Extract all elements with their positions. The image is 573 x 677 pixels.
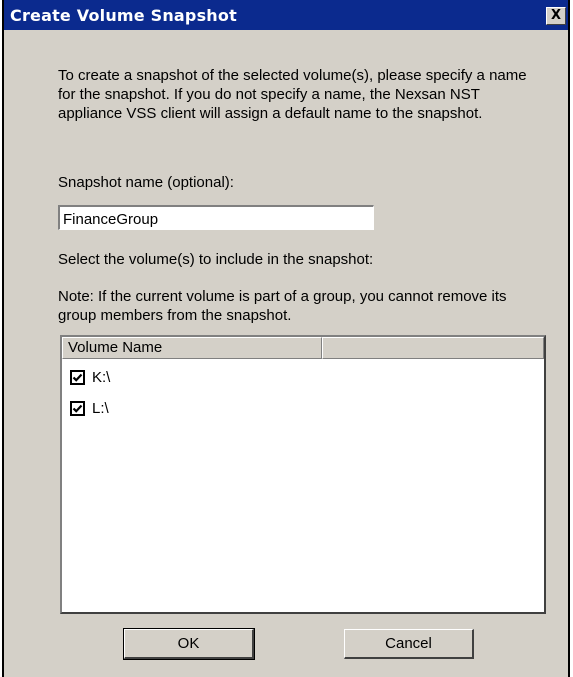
note-text: Note: If the current volume is part of a… xyxy=(58,288,507,324)
select-volumes-label: Select the volume(s) to include in the s… xyxy=(58,251,374,268)
column-header-empty[interactable] xyxy=(322,337,544,359)
create-volume-snapshot-dialog: Create Volume Snapshot X To create a sna… xyxy=(2,0,570,677)
intro-text: To create a snapshot of the selected vol… xyxy=(58,67,527,122)
close-icon: X xyxy=(550,8,562,23)
ok-button[interactable]: OK xyxy=(123,628,255,660)
checkmark-icon xyxy=(72,404,83,413)
snapshot-name-input[interactable] xyxy=(58,205,374,230)
column-header-volume-name[interactable]: Volume Name xyxy=(62,337,322,359)
volume-list[interactable]: Volume Name K:\ L:\ xyxy=(60,335,546,614)
volume-checkbox-l[interactable] xyxy=(70,401,85,416)
checkmark-icon xyxy=(72,373,83,382)
close-button[interactable]: X xyxy=(546,7,566,25)
volume-label: L:\ xyxy=(92,400,109,417)
window-title: Create Volume Snapshot xyxy=(10,6,237,25)
volume-checkbox-k[interactable] xyxy=(70,370,85,385)
title-bar[interactable]: Create Volume Snapshot X xyxy=(4,0,568,30)
volume-label: K:\ xyxy=(92,369,111,386)
snapshot-name-label: Snapshot name (optional): xyxy=(58,174,234,191)
cancel-button[interactable]: Cancel xyxy=(344,629,474,659)
list-header: Volume Name xyxy=(62,337,544,359)
